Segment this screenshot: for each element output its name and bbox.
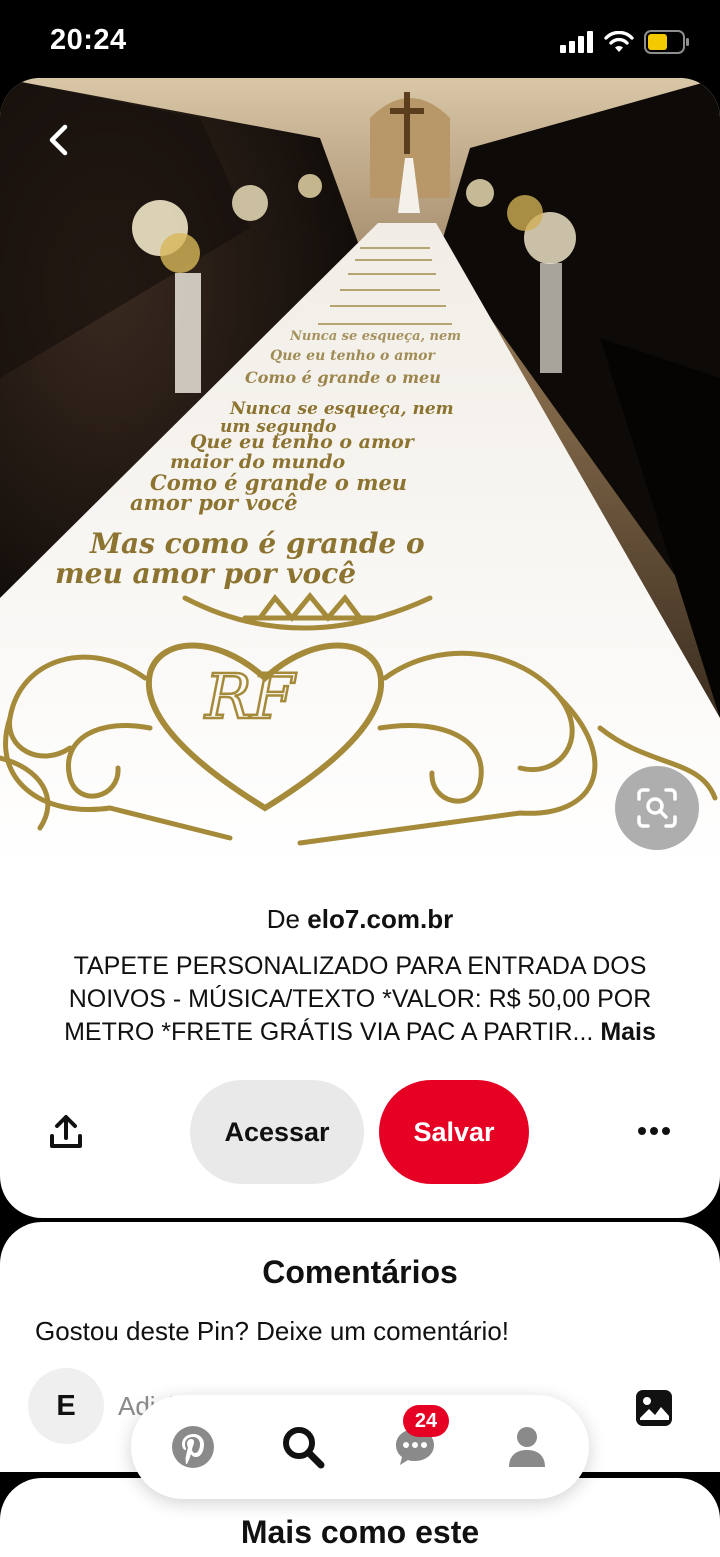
pinterest-logo-icon — [172, 1426, 214, 1468]
battery-icon — [644, 30, 689, 54]
more-link[interactable]: Mais — [600, 1018, 656, 1046]
source-domain-link[interactable]: elo7.com.br — [307, 904, 453, 934]
more-like-this-title: Mais como este — [240, 1514, 480, 1550]
pin-image[interactable]: Nunca se esqueça, nem Que eu tenho o amo… — [0, 78, 720, 868]
bottom-nav: 24 — [131, 1395, 589, 1499]
messages-badge: 24 — [403, 1405, 449, 1437]
comments-title: Comentários — [262, 1254, 458, 1290]
status-icons — [560, 30, 690, 54]
status-bar: 20:24 — [0, 0, 720, 80]
svg-text:Nunca se esqueça, nem: Nunca se esqueça, nem — [289, 329, 461, 344]
add-image-button[interactable] — [634, 1388, 674, 1428]
profile-icon — [509, 1427, 545, 1467]
share-icon — [50, 1115, 82, 1148]
svg-text:Que eu tenho o amor: Que eu tenho o amor — [270, 348, 436, 364]
pin-card: Nunca se esqueça, nem Que eu tenho o amo… — [0, 78, 720, 1218]
carpet-line-2: meu amor por você — [55, 557, 356, 590]
pin-description-text: TAPETE PERSONALIZADO PARA ENTRADA DOS NO… — [64, 952, 652, 1046]
svg-text:Como é grande o meu: Como é grande o meu — [245, 368, 441, 387]
carpet-verse-3: Que eu tenho o amor — [190, 431, 416, 453]
status-time: 20:24 — [50, 24, 127, 56]
visual-search-button[interactable] — [615, 766, 699, 850]
chevron-left-icon — [49, 124, 68, 156]
more-options-button[interactable] — [626, 1108, 682, 1154]
wifi-icon — [604, 31, 634, 52]
source-prefix: De — [266, 904, 301, 934]
ellipsis-icon — [638, 1127, 670, 1135]
signal-icon — [560, 31, 593, 53]
visual-search-icon — [637, 788, 677, 828]
carpet-verse-6: amor por você — [130, 490, 298, 515]
share-button[interactable] — [40, 1106, 92, 1158]
user-avatar[interactable]: E — [28, 1368, 104, 1444]
carpet-line-1: Mas como é grande o — [89, 527, 425, 560]
carpet-verse-1: Nunca se esqueça, nem — [229, 399, 454, 419]
back-button[interactable] — [30, 112, 86, 168]
comments-prompt: Gostou deste Pin? Deixe um comentário! — [35, 1316, 510, 1346]
nav-home[interactable] — [163, 1417, 223, 1477]
carpet-monogram: RF — [204, 660, 297, 733]
nav-profile[interactable] — [497, 1417, 557, 1477]
visit-button[interactable]: Acessar — [190, 1080, 364, 1184]
pin-description: TAPETE PERSONALIZADO PARA ENTRADA DOS NO… — [30, 950, 690, 1049]
pin-source: De elo7.com.br — [0, 904, 720, 935]
nav-search[interactable] — [273, 1417, 333, 1477]
image-icon — [636, 1390, 672, 1426]
save-button[interactable]: Salvar — [379, 1080, 529, 1184]
search-icon — [283, 1427, 325, 1469]
